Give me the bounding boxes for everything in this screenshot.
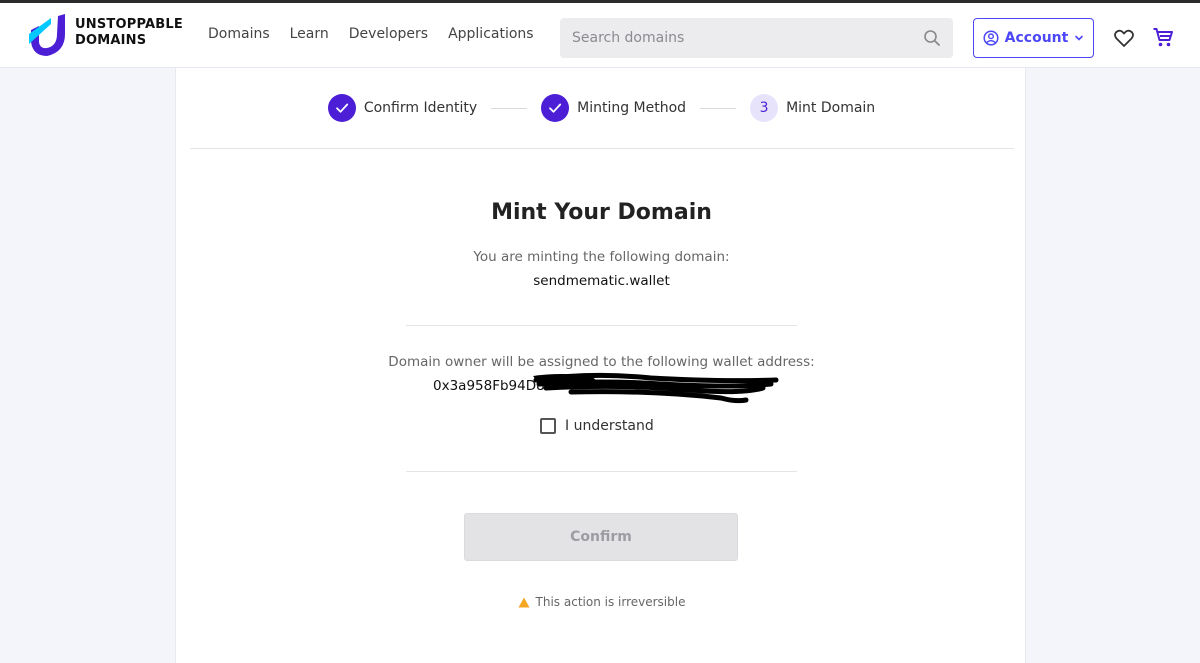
unstoppable-domains-logo-icon[interactable] <box>27 14 67 58</box>
step-label: Minting Method <box>577 100 687 116</box>
step-connector <box>491 107 528 109</box>
warning-triangle-icon <box>518 597 530 607</box>
step-mint-domain: 3 Mint Domain <box>750 94 875 122</box>
brand-line-2: DOMAINS <box>75 33 147 48</box>
brand-name[interactable]: UNSTOPPABLE DOMAINS <box>75 17 183 49</box>
nav-applications[interactable]: Applications <box>448 26 534 42</box>
brand-line-1: UNSTOPPABLE <box>75 17 183 32</box>
step-connector <box>700 107 737 109</box>
step-label: Mint Domain <box>786 100 876 116</box>
page-title: Mint Your Domain <box>491 200 712 225</box>
search-box <box>560 18 953 58</box>
wallet-address: 0x3a958Fb94D8 <box>433 378 545 394</box>
owner-assignment-text: Domain owner will be assigned to the fol… <box>388 354 815 370</box>
search-icon[interactable] <box>923 29 941 47</box>
domain-name: sendmematic.wallet <box>533 273 670 289</box>
redaction-scribble <box>533 372 779 404</box>
account-button[interactable]: Account <box>973 18 1094 58</box>
divider <box>406 471 797 472</box>
search-input[interactable] <box>572 30 923 46</box>
step-number-circle: 3 <box>750 94 779 122</box>
chevron-down-icon <box>1075 35 1084 41</box>
check-icon <box>335 103 348 113</box>
user-circle-icon <box>983 30 999 46</box>
confirm-button[interactable]: Confirm <box>464 513 738 561</box>
mint-card: Confirm Identity Minting Method 3 Mint D… <box>175 68 1026 663</box>
account-label: Account <box>1004 30 1069 46</box>
top-navigation-bar: UNSTOPPABLE DOMAINS Domains Learn Develo… <box>0 0 1200 68</box>
step-confirm-identity: Confirm Identity <box>327 94 478 122</box>
nav-learn[interactable]: Learn <box>290 26 329 42</box>
step-minting-method: Minting Method <box>541 94 686 122</box>
divider <box>190 148 1014 149</box>
nav-developers[interactable]: Developers <box>349 26 428 42</box>
understand-label[interactable]: I understand <box>565 418 654 434</box>
check-icon <box>549 103 562 113</box>
understand-row: I understand <box>540 418 654 434</box>
understand-checkbox[interactable] <box>540 418 556 434</box>
heart-icon[interactable] <box>1113 27 1135 49</box>
irreversible-warning: This action is irreversible <box>176 595 1027 609</box>
step-complete-circle <box>327 94 356 122</box>
warning-text: This action is irreversible <box>535 595 686 609</box>
main-nav: Domains Learn Developers Applications <box>208 26 554 42</box>
nav-domains[interactable]: Domains <box>208 26 270 42</box>
divider <box>406 325 797 326</box>
step-complete-circle <box>541 94 570 122</box>
minting-subtitle: You are minting the following domain: <box>473 249 730 265</box>
step-label: Confirm Identity <box>363 100 478 116</box>
shopping-cart-icon[interactable] <box>1152 26 1174 48</box>
stepper: Confirm Identity Minting Method 3 Mint D… <box>176 90 1027 126</box>
